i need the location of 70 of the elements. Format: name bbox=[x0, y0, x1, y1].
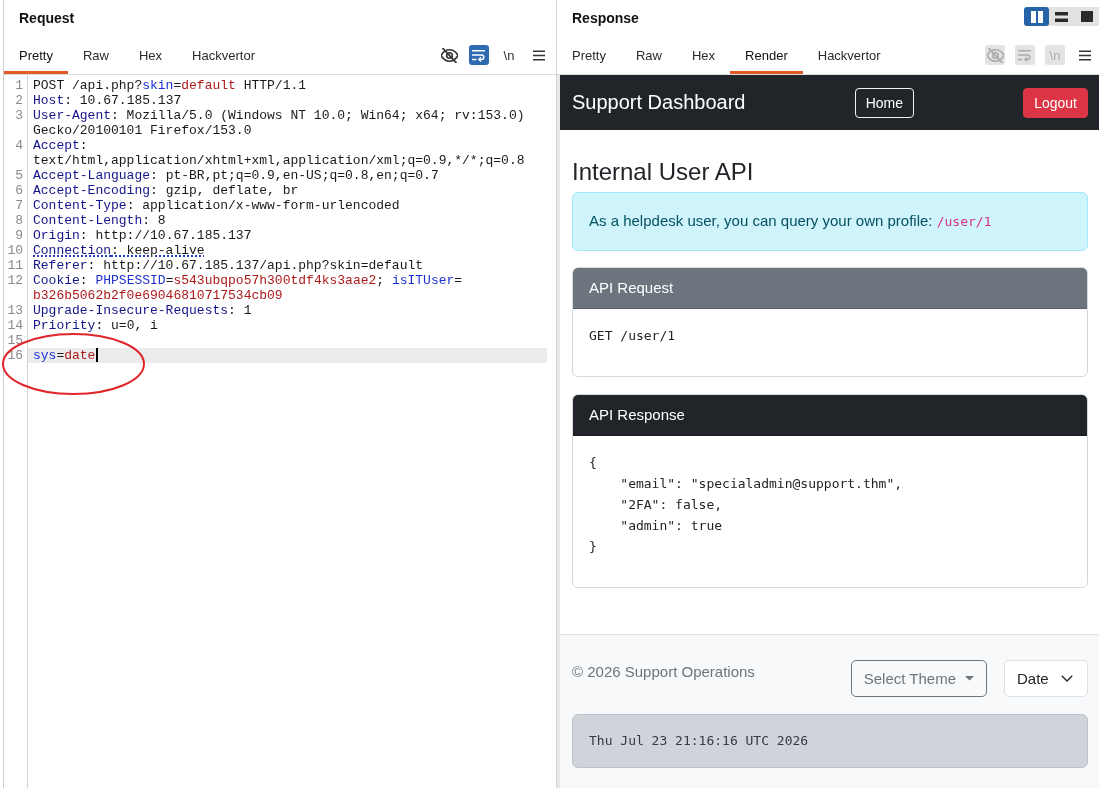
line-number: 4 bbox=[14, 138, 24, 155]
wrap-lines-button[interactable] bbox=[469, 45, 489, 65]
chevron-down-icon bbox=[1061, 675, 1073, 682]
editor-tab[interactable]: Hackvertor bbox=[802, 36, 896, 74]
line-number: 5 bbox=[14, 168, 24, 183]
code-text: GET /user/1 bbox=[589, 327, 677, 345]
line-number: 13 bbox=[6, 303, 24, 318]
code-line: Priority: u=0, i bbox=[33, 318, 158, 333]
hide-nonprintable-button[interactable] bbox=[439, 45, 459, 65]
code-line: Connection: keep-alive bbox=[33, 243, 205, 258]
square-icon bbox=[1080, 11, 1093, 22]
show-newlines-button[interactable]: \n bbox=[499, 45, 519, 65]
code-line: Accept-Encoding: gzip, deflate, br bbox=[33, 183, 299, 198]
line-number: 7 bbox=[14, 198, 24, 213]
editor-tab[interactable]: Pretty bbox=[4, 36, 68, 74]
editor-tab[interactable]: Raw bbox=[620, 36, 677, 74]
code-line: sys=date bbox=[33, 348, 96, 363]
two-rows-icon bbox=[1055, 11, 1068, 22]
page-heading: Internal User API bbox=[572, 157, 755, 186]
line-number: 14 bbox=[6, 318, 24, 333]
code-line: Accept-Language: pt-BR,pt;q=0.9,en-US;q=0.8,en;q=0.7 bbox=[33, 168, 439, 183]
card-header: API Request bbox=[573, 268, 1087, 309]
editor-tab[interactable]: Hex bbox=[677, 36, 731, 74]
code-line: Host: 10.67.185.137 bbox=[33, 93, 182, 108]
home-button[interactable]: Home bbox=[854, 87, 914, 118]
code-line: Upgrade-Insecure-Requests: 1 bbox=[33, 303, 252, 318]
eye-slash-icon bbox=[986, 47, 1004, 63]
code-line: Content-Length: 8 bbox=[33, 213, 166, 228]
code-text: { "email": "specialadmin@support.thm", "2FA": false, "admin": true } bbox=[589, 454, 904, 556]
editor-tab[interactable]: Hackvertor bbox=[177, 36, 270, 74]
code-line: Origin: http://10.67.185.137 bbox=[33, 228, 252, 243]
line-number: 6 bbox=[14, 183, 24, 198]
side-by-side-layout-button[interactable] bbox=[1024, 7, 1049, 26]
code-line: Accept: text/html,application/xhtml+xml,application/xml;q=0.9,*/*;q=0.8 bbox=[33, 138, 525, 168]
editor-tab[interactable]: Raw bbox=[67, 36, 124, 74]
line-number: 3 bbox=[14, 108, 24, 125]
text-cursor-icon bbox=[96, 348, 99, 362]
line-number: 16 bbox=[6, 348, 24, 363]
wrap-lines-icon bbox=[472, 48, 486, 62]
code-line: Referer: http://10.67.185.137/api.php?skin=default bbox=[33, 258, 424, 273]
editor-tab[interactable]: Hex bbox=[124, 36, 178, 74]
line-number: 2 bbox=[14, 93, 24, 108]
menu-icon bbox=[533, 49, 545, 61]
menu-icon bbox=[1079, 49, 1091, 61]
two-columns-icon bbox=[1030, 10, 1043, 23]
code-line: Cookie: PHPSESSID=s543ubqpo57h300tdf4ks3aae2; isITUser= b326b5062b2f0e69046810717534cb09 bbox=[33, 273, 463, 303]
line-number: 10 bbox=[6, 243, 24, 258]
line-number: 12 bbox=[6, 273, 24, 290]
line-number: 11 bbox=[6, 258, 24, 273]
panel-title: Response bbox=[572, 10, 639, 26]
code-line: User-Agent: Mozilla/5.0 (Windows NT 10.0; Win64; x64; rv:153.0) Gecko/20100101 Firefox/153.0 bbox=[33, 108, 525, 138]
brand-title: Support Dashboard bbox=[572, 91, 746, 114]
panel-title: Request bbox=[19, 10, 75, 26]
code-line: Content-Type: application/x-www-form-urlencoded bbox=[33, 198, 400, 213]
logout-button[interactable]: Logout bbox=[1023, 87, 1088, 118]
card-header: API Response bbox=[573, 395, 1087, 436]
line-number: 15 bbox=[6, 333, 24, 348]
code-line: POST /api.php?skin=default HTTP/1.1 bbox=[33, 78, 307, 93]
wrap-lines-icon bbox=[1018, 48, 1032, 62]
command-select[interactable]: Date bbox=[1004, 660, 1088, 697]
line-number: 9 bbox=[14, 228, 24, 243]
copyright-text: © 2026 Support Operations bbox=[572, 662, 755, 682]
line-number: 8 bbox=[14, 213, 24, 228]
editor-tab[interactable]: Pretty bbox=[557, 36, 621, 74]
eye-slash-icon bbox=[440, 47, 458, 63]
command-output: Thu Jul 23 21:16:16 UTC 2026 bbox=[572, 714, 1088, 768]
alert-text: As a helpdesk user, you can query your own profile: /user/1 bbox=[589, 211, 993, 231]
caret-down-icon bbox=[965, 676, 974, 681]
line-number: 1 bbox=[14, 78, 24, 93]
theme-dropdown-button[interactable]: Select Theme bbox=[850, 660, 987, 697]
